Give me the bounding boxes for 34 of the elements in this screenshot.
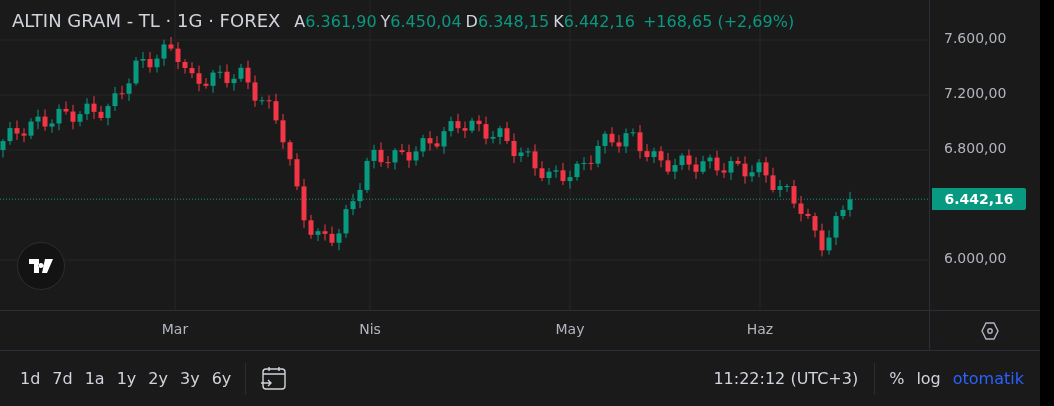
- ohlc-value: 6.442,16: [563, 12, 635, 31]
- time-tick-label: May: [555, 321, 585, 337]
- range-button[interactable]: 6y: [205, 365, 238, 392]
- logo-button[interactable]: [17, 242, 65, 290]
- scale-toggle[interactable]: log: [910, 365, 947, 392]
- ohlc-value: 6.361,90: [305, 12, 377, 31]
- calendar-icon: [260, 365, 289, 392]
- time-tick-label: Haz: [746, 321, 774, 337]
- symbol-title: ALTIN GRAM - TL · 1G · FOREX: [12, 10, 281, 31]
- ohlc-label: K: [553, 12, 564, 31]
- time-tick-label: Mar: [161, 321, 189, 337]
- time-tick-label: Nis: [359, 321, 381, 337]
- range-button[interactable]: 1a: [78, 365, 111, 392]
- scale-toggle[interactable]: otomatik: [946, 365, 1030, 392]
- logo-icon: [29, 259, 53, 273]
- last-price-label: 6.442,16: [932, 188, 1026, 211]
- price-change: +168,65 (+2,69%): [642, 12, 795, 31]
- range-button[interactable]: 1y: [110, 365, 143, 392]
- ohlc-label: A: [294, 12, 306, 31]
- scale-toggle[interactable]: %: [883, 365, 911, 392]
- price-tick-label: 7.600,00: [944, 30, 1007, 46]
- price-tick-label: 6.000,00: [944, 250, 1007, 266]
- range-button[interactable]: 1d: [14, 365, 47, 392]
- price-tick-label: 7.200,00: [944, 85, 1007, 101]
- price-tick-label: 6.800,00: [944, 140, 1007, 156]
- range-button[interactable]: 7d: [46, 365, 79, 392]
- ohlc-label: D: [465, 12, 478, 31]
- settings-icon: [980, 320, 1000, 341]
- ohlc-value: 6.450,04: [390, 12, 462, 31]
- range-button[interactable]: 3y: [174, 365, 206, 392]
- ohlc-label: Y: [380, 12, 391, 31]
- ohlc-value: 6.348,15: [477, 12, 550, 31]
- clock-time: 11:22:12 (UTC+3): [713, 369, 859, 388]
- range-button[interactable]: 2y: [142, 365, 174, 392]
